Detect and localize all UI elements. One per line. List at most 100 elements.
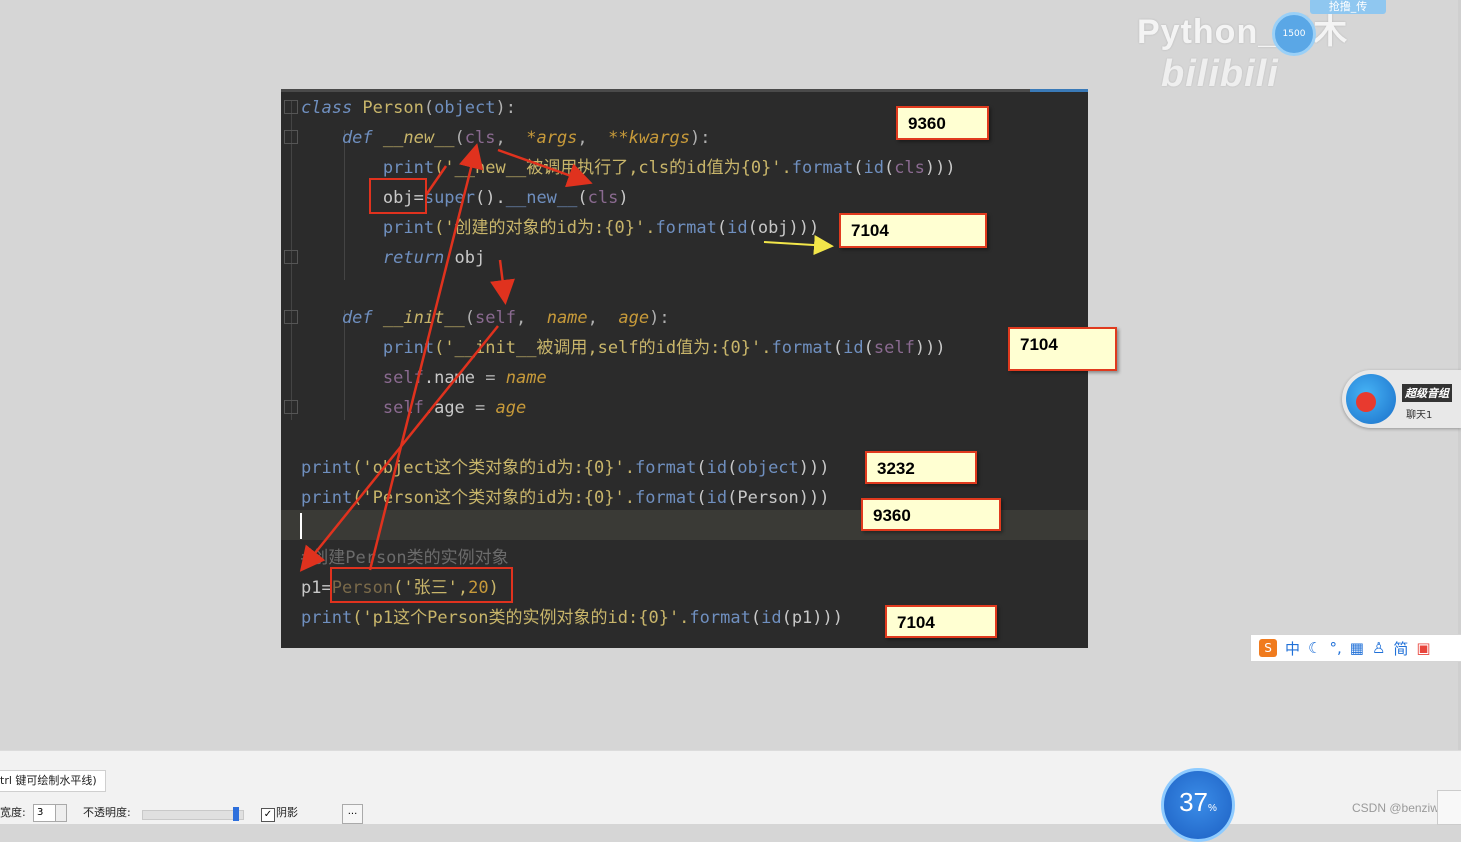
ime-punct-icon[interactable]: °, — [1329, 639, 1341, 657]
ime-simplified-toggle[interactable]: 简 — [1393, 638, 1408, 659]
code-token: def — [301, 308, 383, 328]
code-token: ( — [716, 218, 728, 238]
code-token: id — [706, 488, 728, 508]
code-token: ('__new__被调用执行了,cls的id值为{0}'. — [434, 158, 792, 178]
code-token: id — [863, 158, 884, 178]
code-token: print — [301, 488, 353, 508]
code-token: , — [495, 128, 527, 148]
fold-marker-icon[interactable] — [284, 250, 298, 264]
shadow-label: 阴影 — [276, 806, 298, 819]
ime-toolbar[interactable]: S 中 ☾ °, ▦ ♙ 简 ▣ — [1250, 634, 1461, 662]
code-token: age — [618, 308, 650, 328]
code-token: ): — [690, 128, 711, 148]
progress-indicator[interactable]: 37% — [1161, 768, 1235, 842]
fold-marker-icon[interactable] — [284, 310, 298, 324]
code-token: age — [495, 398, 527, 418]
floating-chat-widget[interactable]: 超级音组 聊天1 — [1342, 370, 1461, 428]
code-line: return obj — [301, 247, 485, 269]
ime-language-toggle[interactable]: 中 — [1285, 638, 1300, 659]
code-token: (obj))) — [747, 218, 820, 238]
ime-moon-icon[interactable]: ☾ — [1308, 639, 1321, 657]
progress-unit: % — [1208, 803, 1217, 814]
code-token: p1= — [301, 578, 332, 598]
annotation-p1-id: 7104 — [885, 605, 997, 638]
code-token: __new__ — [505, 188, 578, 208]
code-token: __new__ — [382, 128, 455, 148]
code-token: class — [301, 98, 363, 118]
code-token: object — [737, 458, 799, 478]
code-token: ( — [577, 188, 588, 208]
code-token: format — [634, 458, 697, 478]
text-caret — [300, 513, 302, 539]
code-token: format — [634, 488, 697, 508]
opacity-slider[interactable] — [142, 810, 244, 820]
ime-user-icon[interactable]: ♙ — [1372, 639, 1385, 657]
code-token: ('Person这个类对象的id为:{0}'. — [352, 488, 635, 508]
code-token: .name — [423, 368, 486, 388]
code-token: ( — [883, 158, 895, 178]
fold-marker-icon[interactable] — [284, 100, 298, 114]
code-token: ( — [727, 458, 738, 478]
code-token: super — [423, 188, 476, 208]
code-token: ))) — [924, 158, 956, 178]
width-stepper[interactable]: 3 — [33, 804, 67, 822]
code-line: print('object这个类对象的id为:{0}'.format(id(ob… — [301, 457, 830, 479]
tool-hint-tab[interactable]: trl 键可绘制水平线) — [0, 770, 106, 792]
code-token: __init__ — [382, 308, 465, 328]
code-token: *args — [526, 128, 578, 148]
code-token: id — [706, 458, 728, 478]
opacity-slider-thumb[interactable] — [233, 807, 239, 821]
code-token: = — [475, 398, 496, 418]
code-token: cls — [587, 188, 619, 208]
code-token: (Person))) — [727, 488, 830, 508]
opacity-label: 不透明度: — [83, 806, 131, 819]
shadow-checkbox[interactable]: ✓ — [261, 808, 275, 822]
code-token: print — [382, 338, 435, 358]
code-token: name — [546, 308, 588, 328]
code-token: ) — [618, 188, 629, 208]
code-token: id — [843, 338, 864, 358]
code-token: format — [791, 158, 854, 178]
code-token: ))) — [914, 338, 946, 358]
highlight-person-call-box — [330, 567, 513, 603]
annotation-object-id: 3232 — [865, 451, 977, 484]
more-options-button[interactable]: ... — [342, 804, 363, 824]
watermark-badge: 抢撸_传 — [1310, 0, 1386, 14]
annotation-cls-id: 9360 — [896, 106, 989, 140]
fold-marker-icon[interactable] — [284, 400, 298, 414]
code-token: format — [689, 608, 751, 628]
ime-logo-icon[interactable]: S — [1259, 639, 1277, 657]
code-token: ( — [863, 338, 874, 358]
code-token: Person — [362, 98, 424, 118]
code-token: return — [301, 248, 455, 268]
code-token: .age — [423, 398, 476, 418]
fold-marker-icon[interactable] — [284, 130, 298, 144]
corner-panel[interactable] — [1437, 790, 1461, 825]
code-line: print('p1这个Person类的实例对象的id:{0}'.format(i… — [301, 607, 843, 629]
ime-keyboard-icon[interactable]: ▦ — [1350, 639, 1364, 657]
chat-app-icon — [1346, 374, 1396, 424]
code-token: ('object这个类对象的id为:{0}'. — [352, 458, 635, 478]
watermark-avatar-icon: 1500 — [1272, 12, 1316, 56]
code-token: object — [434, 98, 496, 118]
csdn-credit: CSDN @benziwu — [1352, 801, 1446, 815]
code-token: ('创建的对象的id为:{0}'. — [434, 218, 656, 238]
code-token: ( — [853, 158, 864, 178]
code-token: self — [873, 338, 915, 358]
width-label: 宽度: — [0, 806, 26, 819]
code-token: print — [301, 458, 353, 478]
code-token: name — [505, 368, 547, 388]
code-line: self.age = age — [301, 397, 526, 419]
code-token: cls — [464, 128, 496, 148]
code-token: print — [382, 218, 435, 238]
code-line: print('Person这个类对象的id为:{0}'.format(id(Pe… — [301, 487, 829, 509]
code-token: ( — [696, 458, 707, 478]
ime-skin-icon[interactable]: ▣ — [1416, 639, 1430, 657]
code-line: print('创建的对象的id为:{0}'.format(id(obj))) — [301, 217, 819, 239]
code-token: id — [761, 608, 782, 628]
chat-widget-title: 超级音组 — [1402, 384, 1452, 402]
code-token: format — [771, 338, 833, 358]
